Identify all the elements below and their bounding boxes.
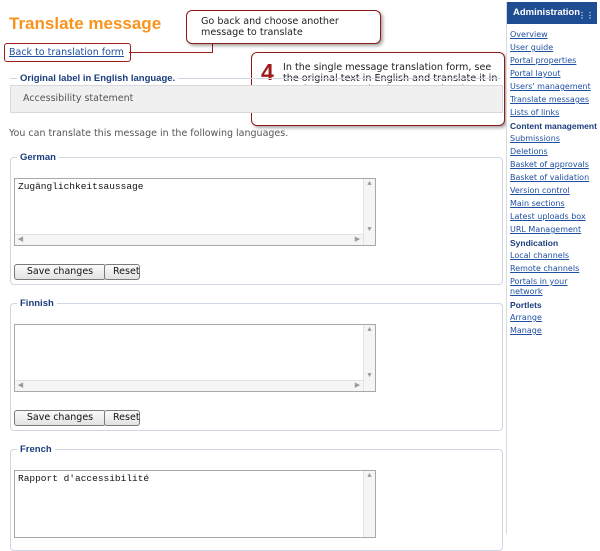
scroll-right-icon[interactable]: ▶ xyxy=(352,235,363,245)
drag-handle-icon[interactable]: ⋮⋮ xyxy=(578,5,594,27)
save-changes-button-finnish[interactable]: Save changes xyxy=(14,410,106,426)
reset-button-finnish[interactable]: Reset xyxy=(104,410,140,426)
sidebar-item-local-channels[interactable]: Local channels xyxy=(510,251,594,261)
sidebar-header: Administration ⋮⋮ xyxy=(507,2,597,24)
sidebar-item-remote-channels[interactable]: Remote channels xyxy=(510,264,594,274)
administration-sidebar: Administration ⋮⋮ Overview User guide Port… xyxy=(506,2,597,534)
original-label-fieldset: Accessibility statement Original label i… xyxy=(10,73,503,115)
language-legend: French xyxy=(17,444,55,455)
language-fieldset-german: German Zugänglichkeitsaussage ▲ ▼ ◀ ▶ Sa… xyxy=(10,152,503,285)
callout-go-back: Go back and choose another message to tr… xyxy=(186,10,381,44)
sidebar-item-lists-of-links[interactable]: Lists of links xyxy=(510,108,594,118)
save-changes-button-german[interactable]: Save changes xyxy=(14,264,106,280)
german-translation-textarea[interactable]: Zugänglichkeitsaussage ▲ ▼ ◀ ▶ xyxy=(14,178,376,246)
horizontal-scrollbar[interactable]: ◀ ▶ xyxy=(15,234,363,245)
sidebar-item-portals-in-your-network[interactable]: Portals in your network xyxy=(510,277,594,297)
scroll-down-icon[interactable]: ▼ xyxy=(364,371,375,381)
sidebar-item-portal-properties[interactable]: Portal properties xyxy=(510,56,594,66)
info-text: You can translate this message in the fo… xyxy=(9,128,289,139)
sidebar-item-overview[interactable]: Overview xyxy=(510,30,594,40)
horizontal-scrollbar[interactable]: ◀ ▶ xyxy=(15,380,363,391)
textarea-value: Zugänglichkeitsaussage xyxy=(18,181,144,192)
sidebar-section-content-management: Content management xyxy=(510,121,597,131)
sidebar-item-manage[interactable]: Manage xyxy=(510,326,594,336)
scroll-right-icon[interactable]: ▶ xyxy=(352,381,363,391)
sidebar-item-translate-messages[interactable]: Translate messages xyxy=(510,95,594,105)
scroll-up-icon[interactable]: ▲ xyxy=(364,325,375,335)
page-title: Translate message xyxy=(9,14,162,33)
callout-text: Go back and choose another message to tr… xyxy=(201,16,339,38)
language-fieldset-french: French Rapport d'accessibilité ▲ xyxy=(10,444,503,551)
textarea-value: Rapport d'accessibilité xyxy=(18,473,150,484)
scroll-left-icon[interactable]: ◀ xyxy=(15,235,26,245)
sidebar-item-url-management[interactable]: URL Management xyxy=(510,225,594,235)
finnish-translation-textarea[interactable]: ▲ ▼ ◀ ▶ xyxy=(14,324,376,392)
sidebar-item-basket-of-approvals[interactable]: Basket of approvals xyxy=(510,160,594,170)
original-label-text: Accessibility statement xyxy=(23,93,134,104)
sidebar-title: Administration xyxy=(513,7,581,18)
scroll-up-icon[interactable]: ▲ xyxy=(364,471,375,481)
sidebar-item-user-guide[interactable]: User guide xyxy=(510,43,594,53)
sidebar-section-portlets: Portlets xyxy=(510,300,542,310)
language-legend: Finnish xyxy=(17,298,57,309)
original-label-legend: Original label in English language. xyxy=(17,73,179,84)
language-fieldset-finnish: Finnish ▲ ▼ ◀ ▶ Save changes Reset xyxy=(10,298,503,431)
back-to-translation-form-link[interactable]: Back to translation form xyxy=(9,47,124,58)
vertical-scrollbar[interactable]: ▲ ▼ xyxy=(363,179,375,245)
french-translation-textarea[interactable]: Rapport d'accessibilité ▲ xyxy=(14,470,376,538)
sidebar-item-latest-uploads-box[interactable]: Latest uploads box xyxy=(510,212,594,222)
vertical-scrollbar[interactable]: ▲ xyxy=(363,471,375,537)
scroll-left-icon[interactable]: ◀ xyxy=(15,381,26,391)
callout-connector xyxy=(129,52,213,53)
vertical-scrollbar[interactable]: ▲ ▼ xyxy=(363,325,375,391)
language-legend: German xyxy=(17,152,59,163)
sidebar-item-version-control[interactable]: Version control xyxy=(510,186,594,196)
main-content: Translate message Back to translation fo… xyxy=(0,0,505,551)
sidebar-item-deletions[interactable]: Deletions xyxy=(510,147,594,157)
scroll-down-icon[interactable]: ▼ xyxy=(364,225,375,235)
sidebar-item-arrange[interactable]: Arrange xyxy=(510,313,594,323)
sidebar-section-syndication: Syndication xyxy=(510,238,559,248)
sidebar-item-main-sections[interactable]: Main sections xyxy=(510,199,594,209)
sidebar-item-basket-of-validation[interactable]: Basket of validation xyxy=(510,173,594,183)
scroll-up-icon[interactable]: ▲ xyxy=(364,179,375,189)
reset-button-german[interactable]: Reset xyxy=(104,264,140,280)
sidebar-menu: Overview User guide Portal properties Porta… xyxy=(507,24,597,336)
original-label-box: Accessibility statement xyxy=(10,85,503,113)
sidebar-item-submissions[interactable]: Submissions xyxy=(510,134,594,144)
sidebar-item-users-management[interactable]: Users' management xyxy=(510,82,594,92)
sidebar-item-portal-layout[interactable]: Portal layout xyxy=(510,69,594,79)
